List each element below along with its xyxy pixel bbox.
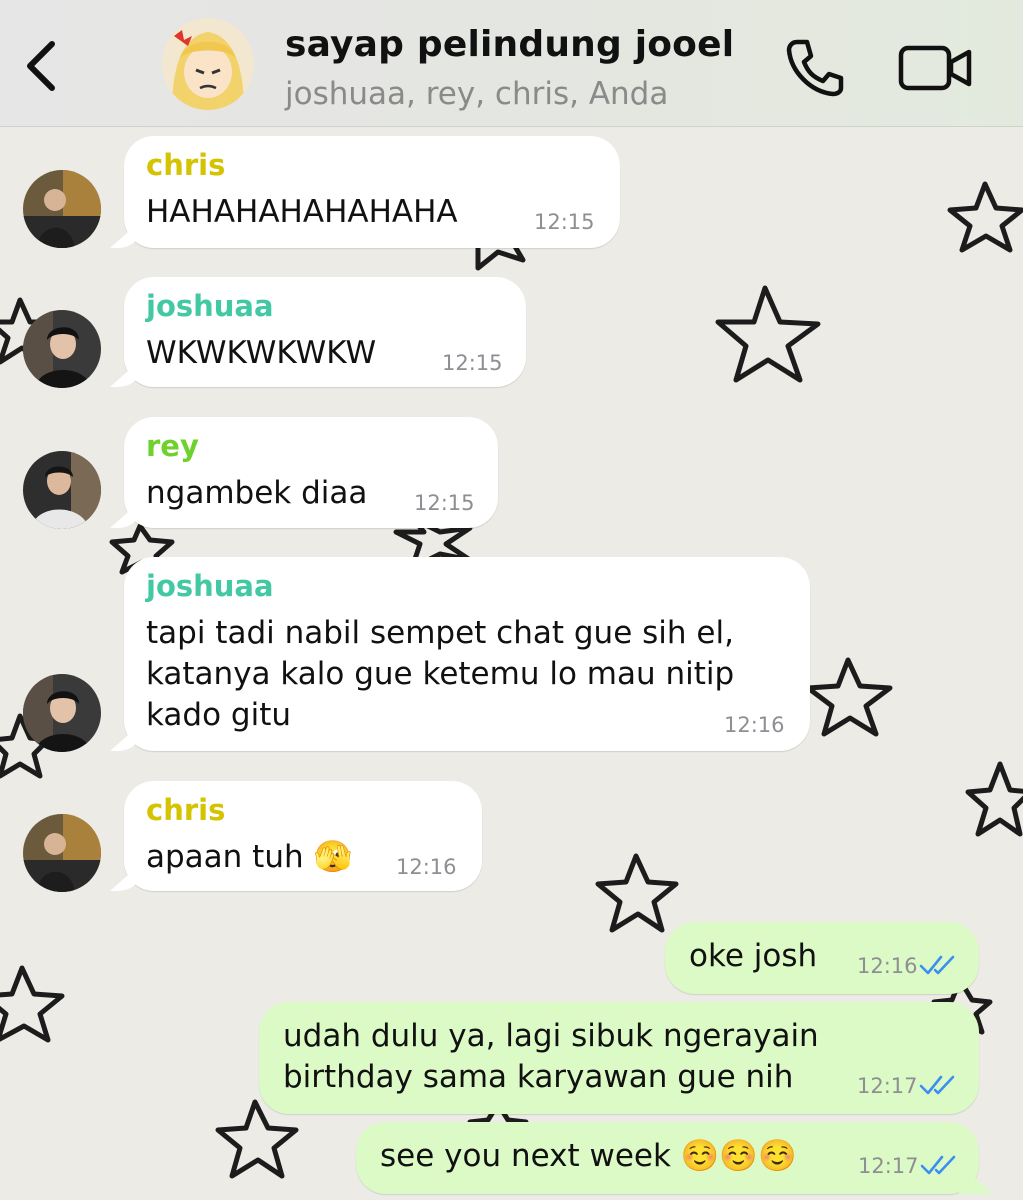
back-chevron-icon bbox=[27, 41, 55, 91]
avatar-rey-photo bbox=[23, 451, 101, 529]
group-members[interactable]: joshuaa, rey, chris, Anda bbox=[285, 76, 668, 112]
sender-name: chris bbox=[146, 793, 226, 827]
avatar-joshuaa[interactable] bbox=[23, 674, 101, 752]
message-text: see you next week ☺️☺️☺️ bbox=[380, 1138, 797, 1174]
message-bubble-outgoing[interactable]: udah dulu ya, lagi sibuk ngerayain birth… bbox=[259, 1002, 979, 1114]
message-bubble-outgoing[interactable]: oke josh 12:16 bbox=[665, 922, 979, 994]
avatar-joshuaa[interactable] bbox=[23, 310, 101, 388]
video-camera-icon bbox=[898, 45, 972, 91]
message-time: 12:16 bbox=[857, 954, 918, 978]
message-bubble-incoming[interactable]: joshuaa WKWKWKWKW 12:15 bbox=[124, 277, 526, 387]
avatar-chris-photo bbox=[23, 814, 101, 892]
message-bubble-incoming[interactable]: chris HAHAHAHAHAHAHA 12:15 bbox=[124, 136, 620, 248]
video-call-button[interactable] bbox=[897, 42, 973, 94]
message-text: WKWKWKWKW bbox=[146, 335, 377, 371]
message-bubble-incoming[interactable]: rey ngambek diaa 12:15 bbox=[124, 417, 498, 528]
double-check-icon bbox=[919, 955, 955, 975]
avatar-chris[interactable] bbox=[23, 170, 101, 248]
sender-name: joshuaa bbox=[146, 289, 274, 323]
group-avatar[interactable] bbox=[162, 18, 254, 110]
message-time: 12:17 bbox=[857, 1074, 918, 1098]
phone-icon bbox=[786, 39, 844, 97]
message-time: 12:15 bbox=[414, 491, 475, 515]
message-text: udah dulu ya, lagi sibuk ngerayain birth… bbox=[283, 1018, 819, 1095]
message-text: ngambek diaa bbox=[146, 475, 368, 511]
message-time: 12:15 bbox=[442, 351, 503, 375]
message-bubble-outgoing[interactable]: see you next week ☺️☺️☺️ 12:17 bbox=[356, 1122, 979, 1194]
double-check-icon bbox=[920, 1155, 956, 1175]
message-text: apaan tuh 🫣 bbox=[146, 839, 353, 875]
message-time: 12:15 bbox=[534, 210, 595, 234]
message-text: HAHAHAHAHAHAHA bbox=[146, 194, 458, 230]
avatar-chris[interactable] bbox=[23, 814, 101, 892]
group-title[interactable]: sayap pelindung jooel bbox=[285, 24, 734, 65]
avatar-rey[interactable] bbox=[23, 451, 101, 529]
group-avatar-image bbox=[162, 18, 254, 110]
back-button[interactable] bbox=[18, 36, 66, 96]
sender-name: chris bbox=[146, 148, 226, 182]
message-time: 12:17 bbox=[858, 1154, 919, 1178]
message-list[interactable]: chris HAHAHAHAHAHAHA 12:15 joshuaa WKWKW… bbox=[0, 0, 1023, 1200]
avatar-joshuaa-photo bbox=[23, 674, 101, 752]
chat-header: sayap pelindung jooel joshuaa, rey, chri… bbox=[0, 0, 1023, 127]
sender-name: joshuaa bbox=[146, 569, 274, 603]
message-bubble-incoming[interactable]: joshuaa tapi tadi nabil sempet chat gue … bbox=[124, 557, 810, 751]
sender-name: rey bbox=[146, 429, 199, 463]
message-time: 12:16 bbox=[396, 855, 457, 879]
voice-call-button[interactable] bbox=[783, 36, 845, 98]
message-text: tapi tadi nabil sempet chat gue sih el, … bbox=[146, 615, 735, 733]
message-text: oke josh bbox=[689, 938, 818, 974]
avatar-chris-photo bbox=[23, 170, 101, 248]
double-check-icon bbox=[919, 1075, 955, 1095]
message-bubble-incoming[interactable]: chris apaan tuh 🫣 12:16 bbox=[124, 781, 482, 891]
message-time: 12:16 bbox=[724, 713, 785, 737]
avatar-joshuaa-photo bbox=[23, 310, 101, 388]
